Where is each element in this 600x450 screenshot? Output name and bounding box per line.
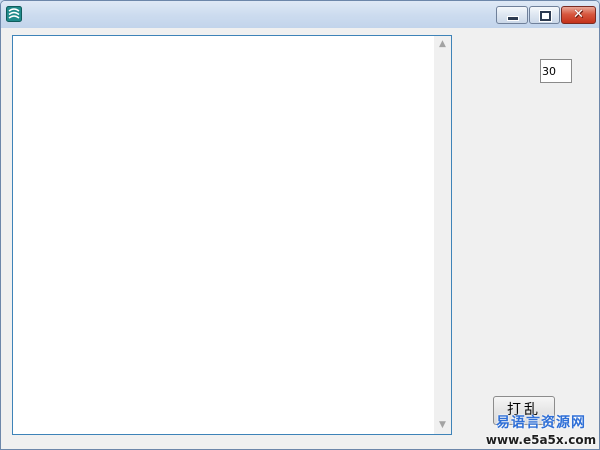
client-area: ▲ ▼ 打乱 易语言资源网 www.e5a5x.com <box>1 28 599 449</box>
minimize-icon <box>507 16 519 21</box>
close-button[interactable]: ✕ <box>561 6 596 24</box>
maximize-button[interactable] <box>529 6 560 24</box>
watermark-url: www.e5a5x.com <box>485 433 597 447</box>
count-input[interactable] <box>540 59 572 83</box>
watermark: 易语言资源网 www.e5a5x.com <box>483 414 599 448</box>
minimize-button[interactable] <box>496 6 528 24</box>
maximize-icon <box>540 11 551 21</box>
title-bar[interactable]: ✕ <box>1 1 599 28</box>
main-window: ✕ ▲ ▼ 打乱 易语言资源网 www.e5a5x.com <box>0 0 600 450</box>
text-area[interactable]: ▲ ▼ <box>12 35 452 435</box>
close-icon: ✕ <box>573 7 584 22</box>
vertical-scrollbar[interactable]: ▲ ▼ <box>434 36 451 434</box>
scroll-up-arrow-icon[interactable]: ▲ <box>434 36 451 53</box>
scroll-down-arrow-icon[interactable]: ▼ <box>434 417 451 434</box>
watermark-title: 易语言资源网 <box>496 415 586 431</box>
app-icon <box>6 6 22 22</box>
